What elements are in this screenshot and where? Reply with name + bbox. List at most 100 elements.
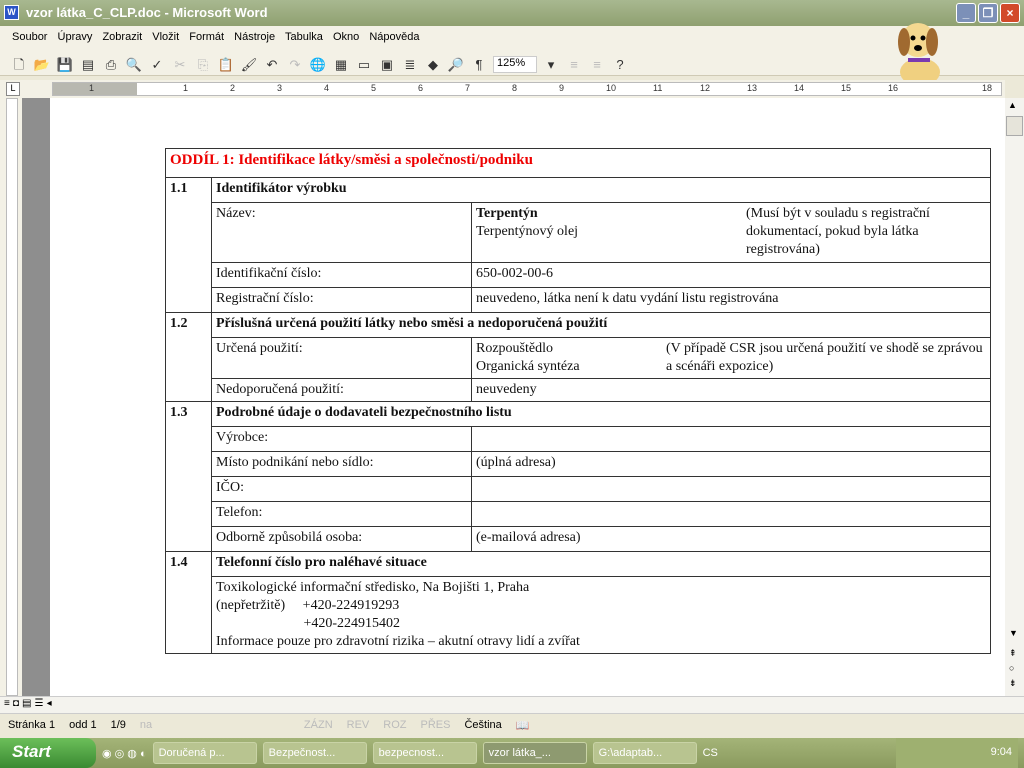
print-layout-icon[interactable]: ▤: [22, 698, 31, 709]
menu-vlozit[interactable]: Vložit: [152, 31, 179, 43]
undo-icon[interactable]: ↶: [263, 56, 281, 73]
minimize-button[interactable]: _: [956, 3, 976, 23]
menu-tabulka[interactable]: Tabulka: [285, 31, 323, 43]
insert-table-icon[interactable]: ▭: [355, 56, 373, 73]
language-indicator[interactable]: CS: [703, 747, 718, 759]
permission-icon[interactable]: ▤: [79, 56, 97, 73]
maximize-button[interactable]: ❐: [978, 3, 998, 23]
ruler-number: 1: [183, 83, 189, 93]
open-icon[interactable]: 📂: [33, 56, 51, 73]
supplier-value: [471, 501, 991, 527]
ruler-number: 16: [888, 83, 899, 93]
research-icon[interactable]: ≡: [588, 56, 606, 73]
office-assistant-dog-icon[interactable]: [890, 12, 950, 90]
zoom-select[interactable]: 125%: [493, 55, 537, 73]
scroll-thumb[interactable]: [1006, 116, 1023, 136]
new-icon[interactable]: 🗋: [10, 56, 28, 73]
normal-view-icon[interactable]: ≡: [4, 698, 10, 709]
menu-napoveda[interactable]: Nápověda: [369, 31, 419, 43]
horizontal-ruler[interactable]: L 1 1 2 3 4 5 6 7 8 9 10 11 12 13 14 15 …: [0, 80, 1005, 98]
vertical-ruler[interactable]: [0, 98, 22, 696]
ruler-number: 2: [230, 83, 236, 93]
supplier-value: [471, 426, 991, 452]
start-button[interactable]: Start: [0, 738, 96, 768]
status-pages: 1/9: [110, 719, 126, 731]
use-note: (V případě CSR jsou určená použití ve sh…: [666, 341, 983, 374]
taskbar-item[interactable]: bezpecnost...: [372, 742, 477, 764]
horizontal-scrollbar[interactable]: ≡ ◘ ▤ ☰ ◂: [0, 696, 1024, 713]
supplier-label: IČO:: [211, 476, 472, 502]
web-view-icon[interactable]: ◘: [13, 698, 19, 709]
notrec-label: Nedoporučená použití:: [211, 378, 472, 402]
status-ext[interactable]: ROZ: [383, 719, 406, 738]
status-trk[interactable]: REV: [347, 719, 370, 738]
supplier-value: [471, 476, 991, 502]
insert-excel-icon[interactable]: ▣: [378, 56, 396, 73]
status-position: na: [139, 719, 153, 731]
tab-selector[interactable]: L: [6, 82, 20, 96]
ruler-number: 15: [841, 83, 852, 93]
ruler-number: 3: [277, 83, 283, 93]
copy-icon[interactable]: ⎘: [194, 56, 212, 73]
outline-view-icon[interactable]: ☰: [35, 698, 44, 709]
read-icon[interactable]: ≡: [565, 56, 583, 73]
document-area: ODDÍL 1: Identifikace látky/směsi a spol…: [22, 98, 1005, 696]
help-icon[interactable]: ?: [611, 56, 629, 73]
notrec-value: neuvedeny: [471, 378, 991, 402]
menu-upravy[interactable]: Úpravy: [58, 31, 93, 43]
paste-icon[interactable]: 📋: [217, 56, 235, 73]
scroll-up-icon[interactable]: ▲: [1008, 100, 1017, 110]
name-value-2: Terpentýnový olej: [476, 224, 579, 239]
print-preview-icon[interactable]: 🔍: [125, 56, 143, 73]
clock: 9:04: [990, 746, 1012, 758]
status-language[interactable]: Čeština: [464, 719, 501, 738]
columns-icon[interactable]: ≣: [401, 56, 419, 73]
save-icon[interactable]: 💾: [56, 56, 74, 73]
close-button[interactable]: ×: [1000, 3, 1020, 23]
use-value-2: Organická syntéza: [476, 359, 580, 374]
menu-okno[interactable]: Okno: [333, 31, 359, 43]
redo-icon[interactable]: ↷: [286, 56, 304, 73]
id-label: Identifikační číslo:: [211, 262, 472, 288]
menu-zobrazit[interactable]: Zobrazit: [102, 31, 142, 43]
previous-page-icon[interactable]: ⇞: [1009, 648, 1017, 659]
spelling-status-icon[interactable]: 📖: [516, 719, 530, 738]
scroll-down-icon[interactable]: ▼: [1009, 628, 1018, 638]
menu-nastroje[interactable]: Nástroje: [234, 31, 275, 43]
tables-borders-icon[interactable]: ▦: [332, 56, 350, 73]
status-rec[interactable]: ZÁZN: [304, 719, 333, 738]
print-icon[interactable]: ⎙: [102, 56, 120, 73]
menu-soubor[interactable]: Soubor: [12, 31, 47, 43]
taskbar-item[interactable]: Doručená p...: [152, 742, 257, 764]
section-number: 1.1: [165, 177, 212, 313]
drawing-icon[interactable]: ◆: [424, 56, 442, 73]
hyperlink-icon[interactable]: 🌐: [309, 56, 327, 73]
cut-icon[interactable]: ✂: [171, 56, 189, 73]
title-bar: W vzor látka_C_CLP.doc - Microsoft Word …: [0, 0, 1024, 26]
zoom-dropdown-icon[interactable]: ▾: [542, 56, 560, 73]
window-title: vzor látka_C_CLP.doc - Microsoft Word: [26, 5, 268, 20]
format-painter-icon[interactable]: 🖌: [240, 56, 258, 73]
ruler-number: 5: [371, 83, 377, 93]
emergency-line: (nepřetržitě) +420-224919293: [216, 598, 400, 613]
taskbar-item[interactable]: Bezpečnost...: [262, 742, 367, 764]
document-page[interactable]: ODDÍL 1: Identifikace látky/směsi a spol…: [50, 98, 1005, 696]
name-value: Terpentýn: [476, 206, 538, 221]
menu-format[interactable]: Formát: [189, 31, 224, 43]
taskbar-item-active[interactable]: vzor látka_...: [482, 742, 587, 764]
browse-object-icon[interactable]: ○: [1009, 663, 1014, 673]
document-map-icon[interactable]: 🔎: [447, 56, 465, 73]
status-ovr[interactable]: PŘES: [421, 719, 451, 738]
scroll-left-icon[interactable]: ◂: [47, 698, 52, 709]
show-formatting-icon[interactable]: ¶: [470, 56, 488, 73]
spelling-icon[interactable]: ✓: [148, 56, 166, 73]
ruler-number: 1: [89, 83, 95, 93]
ruler-number: 18: [982, 83, 993, 93]
word-app-icon[interactable]: W: [4, 5, 19, 20]
reg-label: Registrační číslo:: [211, 287, 472, 313]
quick-launch-icons[interactable]: ◉ ◎ ◍ ◐: [102, 747, 147, 760]
next-page-icon[interactable]: ⇟: [1009, 678, 1017, 689]
taskbar-item[interactable]: G:\adaptab...: [592, 742, 697, 764]
vertical-scrollbar[interactable]: ▲ ▼ ⇞ ○ ⇟: [1005, 98, 1024, 698]
reg-value: neuvedeno, látka není k datu vydání list…: [471, 287, 991, 313]
